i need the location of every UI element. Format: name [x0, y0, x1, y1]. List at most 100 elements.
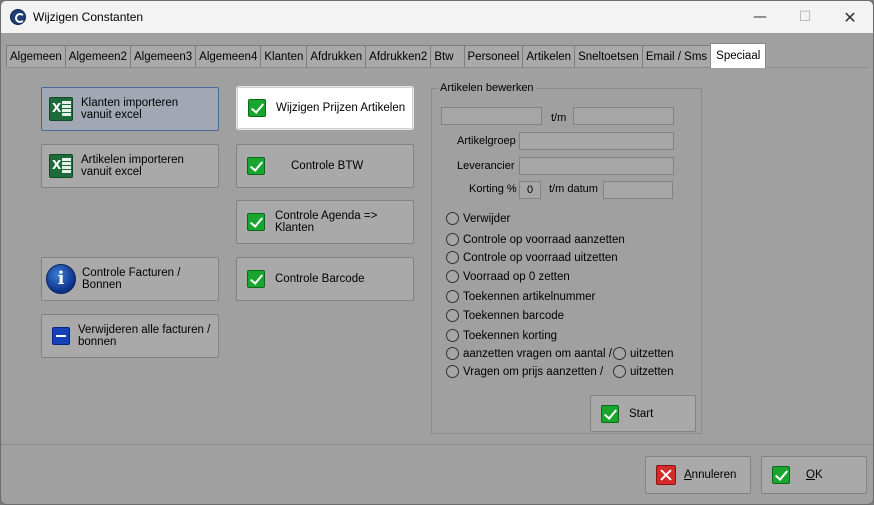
option-label: Vragen om prijs aanzetten / [463, 365, 604, 378]
import-klanten-button[interactable]: Klanten importeren vanuit excel [41, 87, 219, 131]
option-vragen-aantal[interactable]: aanzetten vragen om aantal / [446, 347, 612, 360]
tab-speciaal[interactable]: Speciaal [710, 43, 767, 68]
maximize-button[interactable]: ☐ [782, 1, 828, 33]
range-to-field[interactable] [573, 107, 674, 125]
ok-rest: K [814, 469, 823, 481]
range-from-field[interactable] [441, 107, 542, 125]
annuleren-button[interactable]: Annuleren [645, 456, 751, 494]
minimize-button[interactable]: — [737, 1, 783, 33]
radio-button[interactable] [446, 329, 459, 342]
controle-agenda-button[interactable]: Controle Agenda => Klanten [236, 200, 414, 244]
option-label: uitzetten [630, 365, 674, 378]
controle-facturen-button[interactable]: i Controle Facturen / Bonnen [41, 257, 219, 301]
close-button[interactable]: ✕ [827, 1, 873, 33]
tab-algemeen[interactable]: Algemeen [6, 45, 66, 67]
radio-button[interactable] [446, 290, 459, 303]
korting-field[interactable]: 0 [519, 181, 541, 199]
korting-label: Korting % [469, 183, 517, 195]
tm-label: t/m [551, 112, 567, 124]
controle-barcode-label: Controle Barcode [275, 273, 365, 285]
artikelgroep-label: Artikelgroep [457, 135, 516, 147]
option-voorraad-nul[interactable]: Voorraad op 0 zetten [446, 270, 570, 283]
tab-btw[interactable]: Btw [430, 45, 465, 67]
checkmark-icon [247, 157, 265, 175]
radio-button[interactable] [446, 270, 459, 283]
option-label: Toekennen barcode [463, 309, 565, 322]
controle-agenda-label: Controle Agenda => Klanten [275, 210, 378, 234]
app-logo-icon [10, 9, 26, 25]
annuleren-label: Annuleren [684, 469, 742, 481]
start-label: Start [629, 407, 654, 420]
leverancier-field[interactable] [519, 157, 674, 175]
tab-sneltoetsen[interactable]: Sneltoetsen [574, 45, 643, 67]
tab-afdrukken[interactable]: Afdrukken [306, 45, 367, 67]
controle-btw-button[interactable]: Controle BTW [236, 144, 414, 188]
option-vragen-prijs[interactable]: Vragen om prijs aanzetten / [446, 365, 603, 378]
controle-btw-label: Controle BTW [291, 160, 364, 172]
tab-personeel[interactable]: Personeel [463, 45, 524, 67]
window-title: Wijzigen Constanten [33, 10, 144, 24]
group-title: Artikelen bewerken [438, 82, 536, 94]
tab-strip: Algemeen Algemeen2 Algemeen3 Algemeen4 K… [6, 43, 767, 68]
option-label: Controle op voorraad aanzetten [463, 233, 625, 246]
title-bar[interactable]: Wijzigen Constanten — ☐ ✕ [1, 1, 873, 33]
radio-button[interactable] [446, 233, 459, 246]
option-label: Toekennen korting [463, 329, 557, 342]
controle-barcode-button[interactable]: Controle Barcode [236, 257, 414, 301]
checkmark-icon [601, 404, 619, 423]
radio-button[interactable] [446, 251, 459, 264]
ok-button[interactable]: OK [761, 456, 867, 494]
excel-icon [49, 97, 73, 121]
option-label: Controle op voorraad uitzetten [463, 251, 618, 264]
option-voorraad-uitzetten[interactable]: Controle op voorraad uitzetten [446, 251, 618, 264]
radio-button[interactable] [446, 365, 459, 378]
datum-field[interactable] [603, 181, 673, 199]
dialog-window: Wijzigen Constanten — ☐ ✕ Algemeen Algem… [0, 0, 874, 505]
option-artikelnummer[interactable]: Toekennen artikelnummer [446, 290, 595, 303]
tab-algemeen4[interactable]: Algemeen4 [195, 45, 262, 67]
option-verwijder[interactable]: Verwijder [446, 212, 510, 225]
controle-facturen-label: Controle Facturen / Bonnen [82, 267, 181, 291]
start-button[interactable]: Start [590, 395, 696, 432]
option-label: Voorraad op 0 zetten [463, 270, 570, 283]
radio-button[interactable] [446, 347, 459, 360]
wijzigen-prijzen-button[interactable]: Wijzigen Prijzen Artikelen [237, 87, 413, 129]
option-label: Toekennen artikelnummer [463, 290, 596, 303]
checkmark-icon [247, 270, 265, 288]
excel-icon [49, 154, 73, 178]
import-artikelen-button[interactable]: Artikelen importeren vanuit excel [41, 144, 219, 188]
ok-label: OK [800, 469, 829, 481]
tm-datum-label: t/m datum [549, 183, 598, 195]
option-vragen-aantal-uitzetten[interactable]: uitzetten [613, 347, 673, 360]
option-barcode[interactable]: Toekennen barcode [446, 309, 564, 322]
leverancier-label: Leverancier [457, 160, 515, 172]
radio-button[interactable] [613, 365, 626, 378]
verwijderen-facturen-label: Verwijderen alle facturen / bonnen [78, 324, 211, 348]
option-voorraad-aanzetten[interactable]: Controle op voorraad aanzetten [446, 233, 625, 246]
artikelgroep-field[interactable] [519, 132, 674, 150]
tab-algemeen2[interactable]: Algemeen2 [64, 45, 131, 67]
tab-afdrukken2[interactable]: Afdrukken2 [365, 45, 432, 67]
radio-button[interactable] [446, 212, 459, 225]
tab-email-sms[interactable]: Email / Sms [641, 45, 712, 67]
wijzigen-prijzen-label: Wijzigen Prijzen Artikelen [276, 102, 406, 114]
tab-algemeen3[interactable]: Algemeen3 [129, 45, 197, 67]
checkmark-icon [248, 99, 266, 117]
import-klanten-label: Klanten importeren vanuit excel [81, 97, 179, 121]
verwijderen-facturen-button[interactable]: Verwijderen alle facturen / bonnen [41, 314, 219, 358]
checkmark-icon [247, 213, 265, 231]
option-vragen-prijs-uitzetten[interactable]: uitzetten [613, 365, 673, 378]
tab-klanten[interactable]: Klanten [260, 45, 308, 67]
radio-button[interactable] [613, 347, 626, 360]
minus-icon [52, 327, 70, 345]
import-artikelen-label: Artikelen importeren vanuit excel [81, 154, 184, 178]
radio-button[interactable] [446, 309, 459, 322]
option-korting[interactable]: Toekennen korting [446, 329, 557, 342]
info-icon: i [46, 264, 76, 294]
option-label: uitzetten [630, 347, 674, 360]
annuleren-mnemonic: A [684, 469, 692, 481]
annuleren-rest: nnuleren [691, 469, 737, 481]
footer-separator [1, 444, 873, 445]
cancel-icon [656, 465, 676, 485]
tab-artikelen[interactable]: Artikelen [522, 45, 576, 67]
